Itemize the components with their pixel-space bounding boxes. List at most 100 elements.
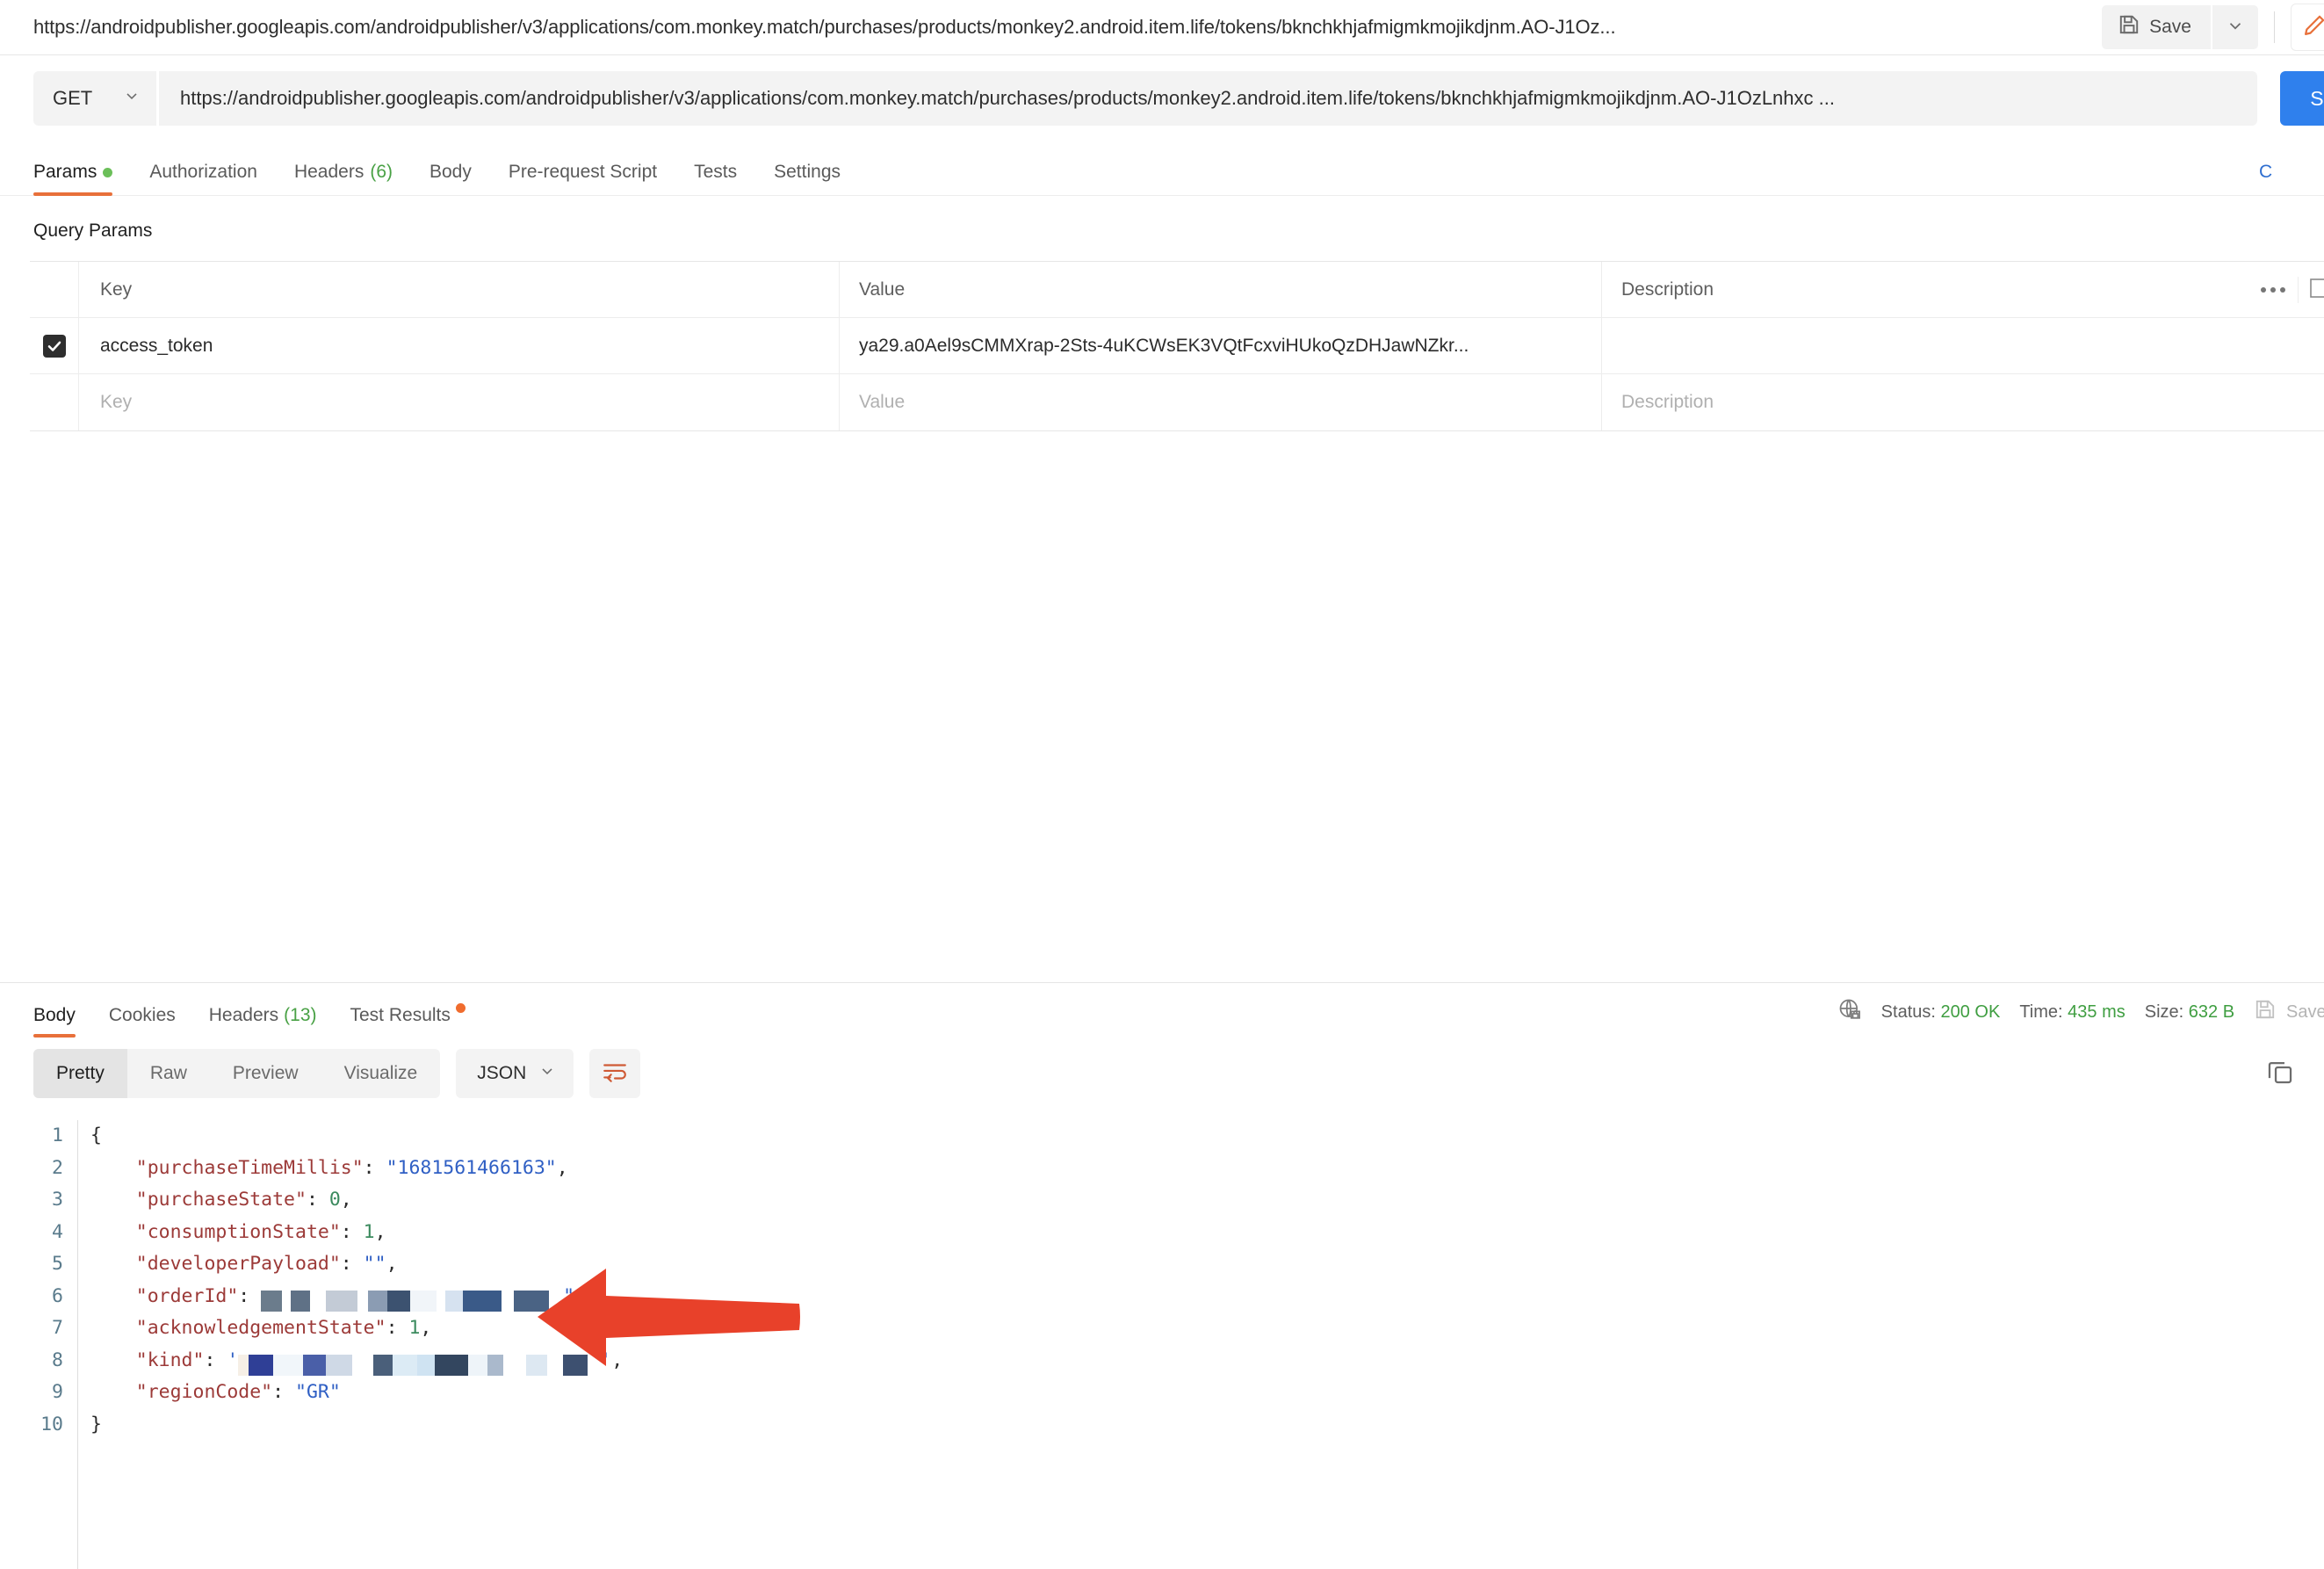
request-body-empty-area [0,431,2324,982]
tab-headers[interactable]: Headers (6) [294,162,393,195]
code-line: "regionCode": "GR" [90,1377,2324,1409]
code-line: "acknowledgementState": 1, [90,1312,2324,1345]
table-header-row: Key Value Description [30,262,2324,318]
line-number: 6 [0,1281,63,1313]
ellipsis-icon[interactable] [2261,287,2298,293]
redacted-value [261,1285,563,1306]
line-number: 9 [0,1377,63,1409]
response-tab-headers-label: Headers [209,1005,278,1026]
params-modified-dot [103,168,112,177]
line-number: 10 [0,1409,63,1442]
view-mode-pretty[interactable]: Pretty [33,1049,127,1098]
response-tab-body-label: Body [33,1005,76,1026]
column-header-value: Value [840,262,1602,317]
view-mode-visualize[interactable]: Visualize [321,1049,441,1098]
floppy-disk-icon [2254,998,2277,1026]
tab-authorization[interactable]: Authorization [149,162,257,195]
line-number: 7 [0,1312,63,1345]
word-wrap-icon [602,1060,628,1088]
tab-pre-request-script-label: Pre-request Script [509,162,657,183]
response-view-mode-group: Pretty Raw Preview Visualize [33,1049,440,1098]
header-checkbox-cell [30,262,79,317]
param-key-input[interactable]: access_token [79,318,840,373]
query-params-label: Query Params [0,196,2324,261]
tab-settings-label: Settings [774,162,841,183]
placeholder-checkbox[interactable] [30,374,79,430]
param-value-input[interactable]: ya29.a0Ael9sCMMXrap-2Sts-4uKCWsEK3VQtFcx… [840,318,1602,373]
response-tab-cookies[interactable]: Cookies [109,1005,176,1038]
response-tab-test-results[interactable]: Test Results [350,1005,466,1038]
http-method-value: GET [53,87,92,110]
view-mode-raw[interactable]: Raw [127,1049,210,1098]
tab-headers-count: (6) [370,162,393,183]
tab-params[interactable]: Params [33,162,112,195]
response-body-code[interactable]: 12345678910 { "purchaseTimeMillis": "168… [0,1110,2324,1569]
column-header-description-label: Description [1621,279,1714,300]
tab-headers-label: Headers [294,162,364,183]
copy-response-button[interactable] [2261,1054,2299,1093]
request-title-bar: https://androidpublisher.googleapis.com/… [0,0,2324,55]
tab-params-label: Params [33,162,97,183]
tab-settings[interactable]: Settings [774,162,841,195]
response-format-value: JSON [477,1063,526,1084]
globe-lock-icon[interactable] [1837,997,1862,1027]
tab-pre-request-script[interactable]: Pre-request Script [509,162,657,195]
edit-request-button[interactable] [2291,4,2324,51]
tab-tests-label: Tests [694,162,737,183]
line-number: 2 [0,1153,63,1185]
url-input[interactable]: https://androidpublisher.googleapis.com/… [159,71,2257,126]
postman-app-window: https://androidpublisher.googleapis.com/… [0,0,2324,1569]
request-tab-bar: Params Authorization Headers (6) Body Pr… [0,141,2324,196]
http-method-select[interactable]: GET [33,71,156,126]
status-value: 200 OK [1941,1002,2001,1022]
response-tab-headers[interactable]: Headers (13) [209,1005,317,1038]
column-header-description: Description [1602,262,2324,317]
placeholder-value-input[interactable]: Value [840,374,1602,430]
url-bar: GET https://androidpublisher.googleapis.… [0,55,2324,141]
code-line: "kind": '', [90,1345,2324,1377]
size-value: 632 B [2189,1002,2234,1022]
json-code-content[interactable]: { "purchaseTimeMillis": "1681561466163",… [77,1120,2324,1569]
line-number: 1 [0,1120,63,1153]
toggle-word-wrap-button[interactable] [589,1049,640,1098]
placeholder-key-input[interactable]: Key [79,374,840,430]
placeholder-description-input[interactable]: Description [1602,374,2324,430]
save-options-dropdown[interactable] [2212,5,2258,49]
tab-authorization-label: Authorization [149,162,257,183]
chevron-down-icon [123,87,141,110]
chevron-down-icon [2226,16,2245,40]
line-number: 3 [0,1184,63,1217]
column-header-key: Key [79,262,840,317]
code-line: "orderId": " [90,1281,2324,1313]
cookies-link[interactable]: C [2259,162,2324,183]
response-format-select[interactable]: JSON [456,1049,574,1098]
save-as-example-button[interactable]: Save as Exam [2254,998,2324,1026]
test-results-alert-dot [456,1003,466,1013]
table-row: access_token ya29.a0Ael9sCMMXrap-2Sts-4u… [30,318,2324,374]
chevron-down-icon [538,1062,556,1085]
floppy-disk-icon [2118,13,2140,41]
checkbox-checked-icon [43,335,66,358]
param-description-input[interactable] [1602,318,2324,373]
time-value: 435 ms [2068,1002,2126,1022]
response-body-toolbar: Pretty Raw Preview Visualize JSON [0,1038,2324,1110]
tab-tests[interactable]: Tests [694,162,737,195]
size-label-text: Size: [2145,1002,2183,1022]
code-line: "consumptionState": 1, [90,1217,2324,1249]
save-button[interactable]: Save [2102,5,2211,49]
response-tab-body[interactable]: Body [33,1005,76,1038]
code-line: "purchaseState": 0, [90,1184,2324,1217]
status-label-text: Status: [1881,1002,1936,1022]
copy-icon [2265,1057,2295,1091]
code-line: { [90,1120,2324,1153]
table-row-placeholder: Key Value Description [30,374,2324,430]
row-enabled-checkbox[interactable] [30,318,79,373]
bulk-edit-icon[interactable] [2298,277,2324,303]
tab-body[interactable]: Body [429,162,472,195]
view-mode-preview[interactable]: Preview [210,1049,321,1098]
response-tab-test-results-label: Test Results [350,1005,451,1026]
send-button[interactable]: Send [2280,71,2324,126]
redacted-value [238,1349,600,1370]
status-label: Status: 200 OK [1881,1002,2001,1023]
tab-body-label: Body [429,162,472,183]
